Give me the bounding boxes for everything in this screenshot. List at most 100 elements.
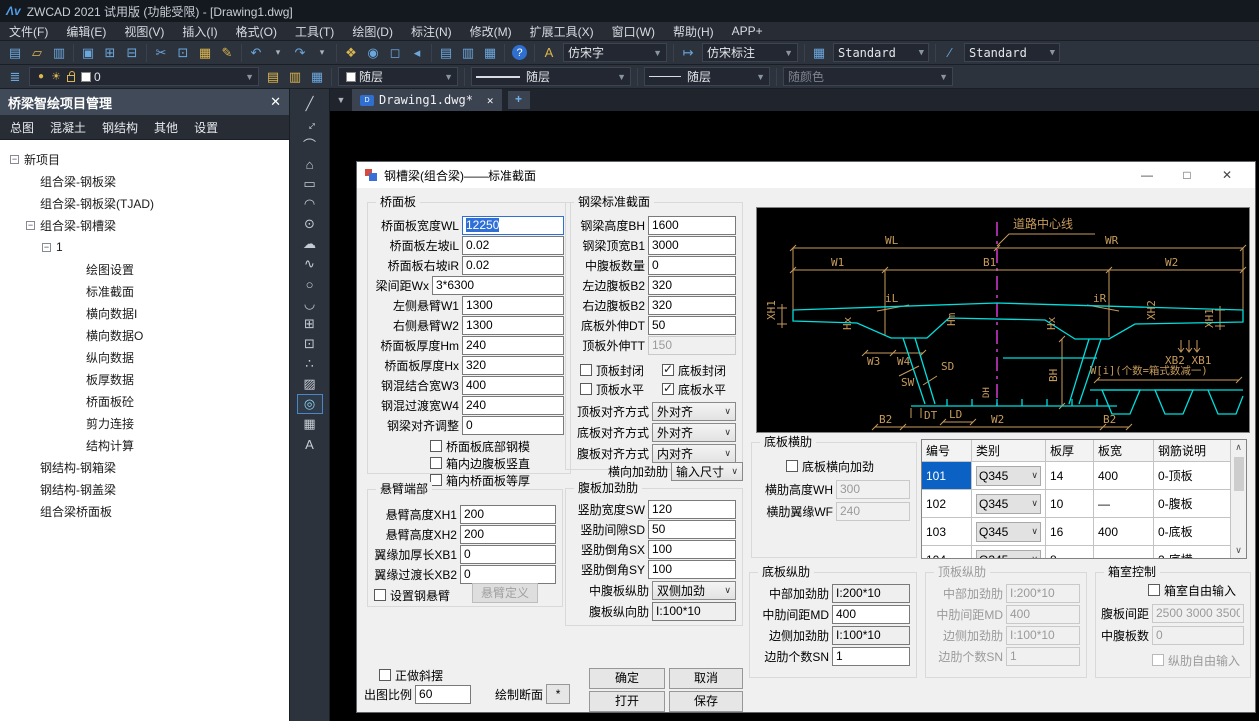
panel-header[interactable]: 桥梁智绘项目管理 ✕	[0, 89, 289, 115]
linetype-combo[interactable]: 随层 ▼	[471, 67, 631, 86]
cantilever-height-xh2-input[interactable]	[460, 525, 556, 544]
menu-window[interactable]: 窗口(W)	[603, 23, 664, 40]
menu-draw[interactable]: 绘图(D)	[343, 23, 402, 40]
collapse-icon[interactable]: −	[42, 243, 51, 252]
insert-block-icon[interactable]: ⊞	[297, 314, 323, 334]
sheet-set-icon[interactable]: ▦	[479, 43, 501, 63]
tree-item[interactable]: 横向数据I	[0, 302, 289, 324]
tree-item[interactable]: 绘图设置	[0, 258, 289, 280]
girder-align-adjust-input[interactable]	[462, 416, 564, 435]
cancel-button[interactable]: 取消	[669, 668, 743, 689]
zoom-realtime-icon[interactable]: ◉	[362, 43, 384, 63]
tree-item[interactable]: 桥面板砼	[0, 390, 289, 412]
tree-item[interactable]: 结构计算	[0, 434, 289, 456]
bottom-transverse-stiffener-checkbox[interactable]	[786, 460, 798, 472]
revision-cloud-icon[interactable]: ☁	[297, 234, 323, 254]
tree-item[interactable]: −新项目	[0, 148, 289, 170]
deck-thickness-hx-input[interactable]	[462, 356, 564, 375]
drawing-canvas[interactable]: ▼ D Drawing1.dwg* ✕ + 钢槽梁(组合梁)——标准截面 — □…	[330, 89, 1259, 721]
menu-format[interactable]: 格式(O)	[227, 23, 286, 40]
save-button[interactable]: 保存	[669, 691, 743, 712]
stiffener-chamfer-sy-input[interactable]	[648, 560, 736, 579]
bottom-mid-spacing-input[interactable]	[832, 605, 910, 624]
menu-edit[interactable]: 编辑(E)	[57, 23, 115, 40]
ellipse-arc-icon[interactable]: ◡	[297, 294, 323, 314]
donut-icon[interactable]: ◎	[297, 394, 323, 414]
tab-other[interactable]: 其他	[154, 119, 178, 136]
table-scrollbar[interactable]: ∧ ∨	[1230, 440, 1246, 558]
menu-app[interactable]: APP+	[723, 24, 772, 38]
help-icon[interactable]: ?	[512, 45, 527, 60]
tree-item[interactable]: 钢结构-钢箱梁	[0, 456, 289, 478]
menu-help[interactable]: 帮助(H)	[664, 23, 723, 40]
deck-left-slope-input[interactable]	[462, 236, 564, 255]
menu-modify[interactable]: 修改(M)	[461, 23, 521, 40]
tab-close-icon[interactable]: ✕	[487, 94, 494, 107]
stiffener-width-input[interactable]	[648, 500, 736, 519]
tree-item[interactable]: 剪力连接	[0, 412, 289, 434]
layer-previous-icon[interactable]: ▤	[262, 67, 284, 87]
stiffener-gap-input[interactable]	[648, 520, 736, 539]
hatch-icon[interactable]: ▨	[297, 374, 323, 394]
tab-steel[interactable]: 钢结构	[102, 119, 138, 136]
dialog-maximize-button[interactable]: □	[1167, 168, 1207, 182]
tree-item[interactable]: 组合梁-钢板梁(TJAD)	[0, 192, 289, 214]
polygon-icon[interactable]: ⌂	[297, 154, 323, 174]
tree-item[interactable]: 横向数据O	[0, 324, 289, 346]
deck-bottom-formwork-checkbox[interactable]	[430, 440, 442, 452]
collapse-icon[interactable]: −	[10, 155, 19, 164]
match-properties-icon[interactable]: ✎	[216, 43, 238, 63]
pan-icon[interactable]: ❖	[340, 43, 362, 63]
menu-insert[interactable]: 插入(I)	[173, 23, 226, 40]
plot-scale-input[interactable]	[415, 685, 471, 704]
dialog-close-button[interactable]: ✕	[1207, 168, 1247, 182]
left-web-input[interactable]	[648, 276, 736, 295]
bottom-plate-closed-checkbox[interactable]	[662, 364, 674, 376]
grade-combo[interactable]: Q345∨	[976, 466, 1041, 486]
top-plate-align-combo[interactable]: 外对齐∨	[652, 402, 736, 421]
tree-item[interactable]: 组合梁桥面板	[0, 500, 289, 522]
table-icon[interactable]: ▦	[297, 414, 323, 434]
girder-top-width-input[interactable]	[648, 236, 736, 255]
deck-right-slope-input[interactable]	[462, 256, 564, 275]
layer-on-bulb-icon[interactable]: ●	[34, 67, 48, 87]
dim-style-combo[interactable]: 仿宋标注 ▼	[702, 43, 798, 62]
tree-item[interactable]: 组合梁-钢板梁	[0, 170, 289, 192]
mid-web-count-input[interactable]	[648, 256, 736, 275]
grade-combo[interactable]: Q345∨	[976, 550, 1041, 559]
layer-states-icon[interactable]: ▦	[306, 67, 328, 87]
dialog-minimize-button[interactable]: —	[1127, 168, 1167, 182]
design-center-icon[interactable]: ▤	[435, 43, 457, 63]
box-free-input-checkbox[interactable]	[1148, 584, 1160, 596]
panel-close-icon[interactable]: ✕	[270, 94, 281, 110]
left-cantilever-input[interactable]	[462, 296, 564, 315]
menu-file[interactable]: 文件(F)	[0, 23, 57, 40]
point-icon[interactable]: ∴	[297, 354, 323, 374]
girder-height-input[interactable]	[648, 216, 736, 235]
scroll-up-icon[interactable]: ∧	[1235, 440, 1242, 455]
right-web-input[interactable]	[648, 296, 736, 315]
tool-palette-icon[interactable]: ▥	[457, 43, 479, 63]
grade-combo[interactable]: Q345∨	[976, 494, 1041, 514]
new-file-icon[interactable]: ▤	[4, 43, 26, 63]
tree-item[interactable]: 板厚数据	[0, 368, 289, 390]
girder-spacing-input[interactable]	[432, 276, 564, 295]
transverse-stiffener-combo[interactable]: 输入尺寸∨	[671, 462, 743, 481]
flange-thicken-xb1-input[interactable]	[460, 545, 556, 564]
save-file-icon[interactable]: ▥	[48, 43, 70, 63]
stiffener-chamfer-sx-input[interactable]	[648, 540, 736, 559]
tree-item[interactable]: 钢结构-钢盖梁	[0, 478, 289, 500]
steel-concrete-transition-input[interactable]	[462, 396, 564, 415]
tab-concrete[interactable]: 混凝土	[50, 119, 86, 136]
zoom-window-icon[interactable]: ◻	[384, 43, 406, 63]
web-align-combo[interactable]: 内对齐∨	[652, 444, 736, 463]
paste-icon[interactable]: ▦	[194, 43, 216, 63]
right-cantilever-input[interactable]	[462, 316, 564, 335]
tab-settings[interactable]: 设置	[194, 119, 218, 136]
plot-preview-icon[interactable]: ⊞	[99, 43, 121, 63]
table-style-combo[interactable]: Standard ▼	[833, 43, 929, 62]
tab-general[interactable]: 总图	[10, 119, 34, 136]
undo-dropdown-icon[interactable]: ▾	[267, 43, 289, 63]
zoom-previous-icon[interactable]: ◂	[406, 43, 428, 63]
tree-item[interactable]: −组合梁-钢槽梁	[0, 214, 289, 236]
